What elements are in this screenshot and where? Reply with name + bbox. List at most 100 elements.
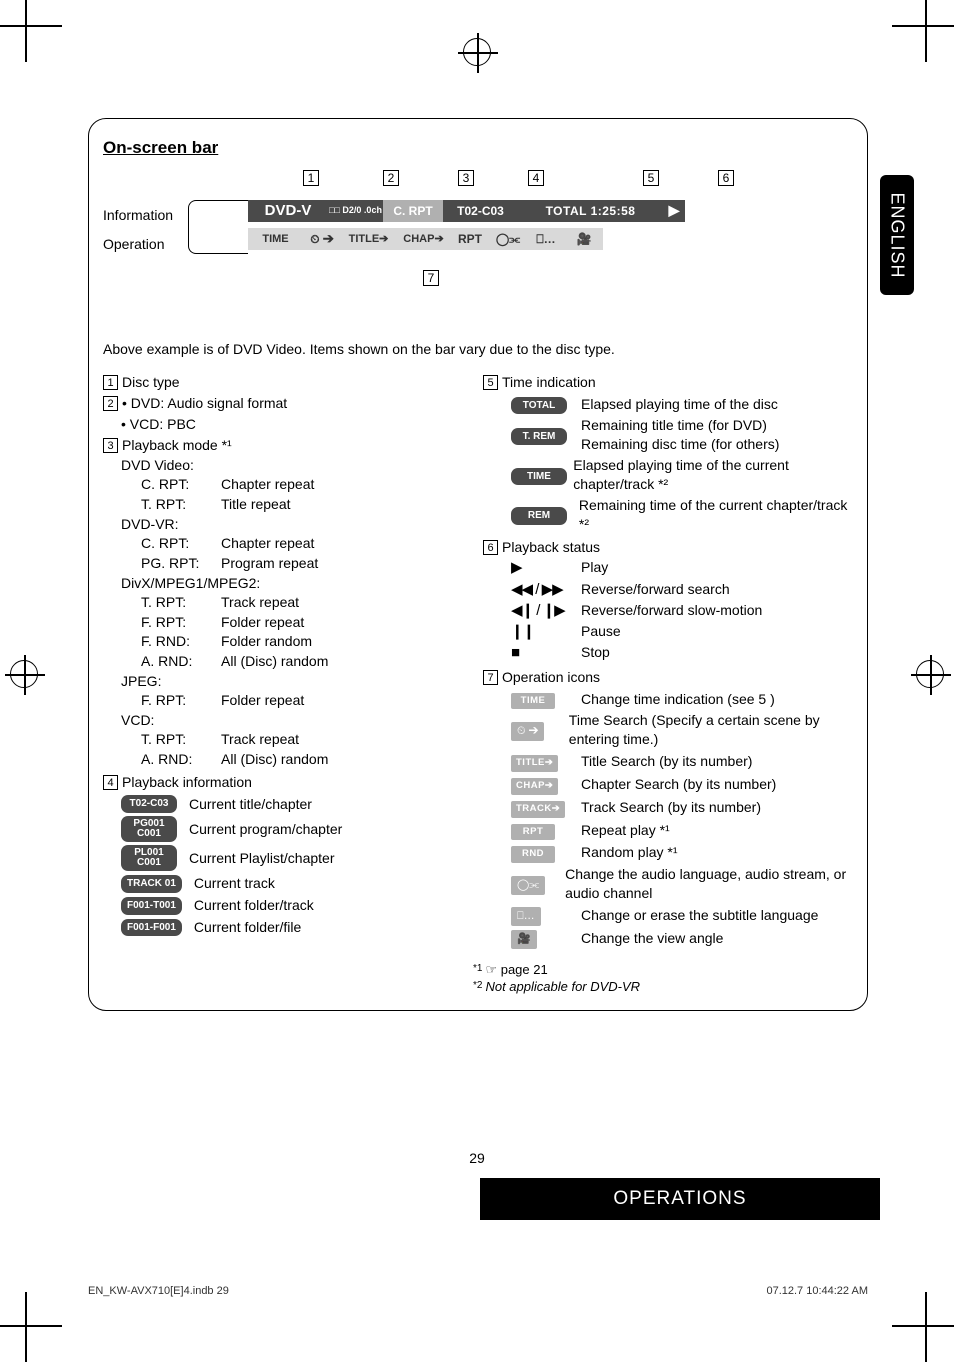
playback-info-label: Current Playlist/chapter	[189, 849, 335, 868]
ref-6: 6	[483, 540, 498, 555]
status-row: ◀❙ / ❙▶Reverse/forward slow-motion	[511, 601, 853, 621]
status-icon: ■	[511, 643, 581, 663]
callout-2: 2	[383, 170, 399, 186]
definition-row: A. RND:All (Disc) random	[141, 750, 473, 769]
operation-icon: ⎕…	[511, 907, 541, 926]
item-2a: • DVD: Audio signal format	[122, 395, 287, 411]
footnotes: *1☞ page 21 *2Not applicable for DVD-VR	[473, 961, 853, 996]
definition-row: F. RND:Folder random	[141, 632, 473, 651]
label-operation: Operation	[103, 235, 173, 254]
playback-mode-label: C. RPT	[383, 200, 443, 222]
status-label: Reverse/forward slow-motion	[581, 601, 762, 621]
footnote-1: ☞ page 21	[485, 962, 547, 977]
operation-icon: TIME	[511, 693, 555, 710]
playback-info-label: Current title/chapter	[189, 795, 312, 814]
ref-3: 3	[103, 438, 118, 453]
status-icon: ◀◀ / ▶▶	[511, 580, 581, 600]
registration-mark	[916, 660, 944, 688]
time-indication-row: TOTAL Elapsed playing time of the disc	[511, 394, 853, 415]
item-4: Playback information	[122, 774, 252, 790]
item-5: Time indication	[502, 374, 596, 390]
status-row: ▶Play	[511, 558, 853, 578]
section-title: On-screen bar	[103, 137, 853, 160]
op-subtitle-icon: ⎕…	[527, 228, 565, 250]
playback-info-label: Current program/chapter	[189, 820, 342, 839]
status-row: ■Stop	[511, 643, 853, 663]
time-label: Remaining time of the current chapter/tr…	[579, 496, 853, 534]
op-audio-icon: ◯⫘	[489, 228, 527, 250]
item-7: Operation icons	[502, 669, 600, 685]
definition-key: A. RND:	[141, 652, 221, 671]
ref-4: 4	[103, 775, 118, 790]
definition-key: T. RPT:	[141, 495, 221, 514]
label-information: Information	[103, 206, 173, 225]
playback-info-row: PG001 C001Current program/chapter	[121, 816, 473, 842]
time-indication-row: TIMEElapsed playing time of the current …	[511, 456, 853, 494]
operation-icon: ◯⫘	[511, 876, 545, 895]
time-chip: TOTAL	[511, 397, 567, 415]
playback-info-row: TRACK 01 Current track	[121, 874, 473, 893]
content-box: On-screen bar Information Operation 1 2 …	[88, 118, 868, 1011]
definition-value: Chapter repeat	[221, 475, 473, 494]
ref-5: 5	[483, 375, 498, 390]
playback-info-chip: T02-C03	[121, 795, 177, 813]
ref-1: 1	[103, 375, 118, 390]
status-label: Reverse/forward search	[581, 580, 730, 600]
definition-value: Folder repeat	[221, 613, 473, 632]
item-1: Disc type	[122, 374, 180, 390]
op-timesearch-icon: ⏲ ➔	[303, 228, 341, 250]
operation-label: Track Search (by its number)	[581, 798, 761, 817]
example-note: Above example is of DVD Video. Items sho…	[103, 340, 853, 359]
operation-label: Time Search (Specify a certain scene by …	[569, 711, 853, 749]
play-status-icon: ▶	[663, 200, 685, 222]
group-head: DVD-VR:	[121, 515, 473, 534]
registration-mark	[10, 660, 38, 688]
time-label: Elapsed playing time of the disc	[581, 395, 778, 414]
item-2b: • VCD: PBC	[121, 415, 473, 434]
playback-info-label: T02-C03	[443, 200, 518, 222]
playback-info-chip: F001-F001	[121, 919, 182, 937]
item-3: Playback mode *¹	[122, 437, 232, 453]
operation-label: Change the audio language, audio stream,…	[565, 865, 853, 903]
operation-icon: TRACK➔	[511, 801, 565, 818]
playback-info-label: Current folder/file	[194, 918, 301, 937]
op-chap: CHAP➔	[396, 228, 451, 250]
playback-info-chip: PL001 C001	[121, 845, 177, 871]
language-tab: ENGLISH	[880, 175, 914, 295]
playback-info-label: Current folder/track	[194, 896, 314, 915]
time-chip: TIME	[511, 468, 567, 486]
group-head: DivX/MPEG1/MPEG2:	[121, 574, 473, 593]
crop-mark	[892, 1292, 954, 1362]
operation-label: Title Search (by its number)	[581, 752, 752, 771]
callout-1: 1	[303, 170, 319, 186]
section-band: OPERATIONS	[480, 1178, 880, 1220]
playback-info-label: Current track	[194, 874, 275, 893]
definition-key: F. RND:	[141, 632, 221, 651]
definition-row: T. RPT:Track repeat	[141, 593, 473, 612]
page-number: 29	[0, 1150, 954, 1166]
info-bar: DVD-V □□ D 2/0 .0ch C. RPT T02-C03 TOTAL…	[248, 198, 768, 224]
callout-7: 7	[423, 270, 439, 286]
definition-value: Program repeat	[221, 554, 473, 573]
operation-label: Repeat play *¹	[581, 821, 670, 840]
operation-icon: RPT	[511, 824, 555, 841]
playback-info-row: F001-T001Current folder/track	[121, 896, 473, 915]
definition-value: Track repeat	[221, 730, 473, 749]
definition-key: F. RPT:	[141, 691, 221, 710]
callout-6: 6	[718, 170, 734, 186]
definition-value: Track repeat	[221, 593, 473, 612]
playback-info-chip: TRACK 01	[121, 875, 182, 893]
footnote-1-sup: *1	[473, 963, 482, 974]
status-label: Pause	[581, 622, 621, 642]
footnote-2: Not applicable for DVD-VR	[485, 979, 640, 994]
definition-key: PG. RPT:	[141, 554, 221, 573]
operation-row: TITLE➔Title Search (by its number)	[511, 751, 853, 772]
section-band-label: OPERATIONS	[613, 1188, 746, 1210]
callout-5: 5	[643, 170, 659, 186]
dolby-line1: □□ D	[329, 206, 349, 215]
definition-value: Folder repeat	[221, 691, 473, 710]
operation-bar: TIME ⏲ ➔ TITLE➔ CHAP➔ RPT ◯⫘ ⎕… 🎥	[248, 226, 768, 252]
definition-value: Folder random	[221, 632, 473, 651]
operation-row: ◯⫘ Change the audio language, audio strea…	[511, 865, 853, 903]
op-title: TITLE➔	[341, 228, 396, 250]
